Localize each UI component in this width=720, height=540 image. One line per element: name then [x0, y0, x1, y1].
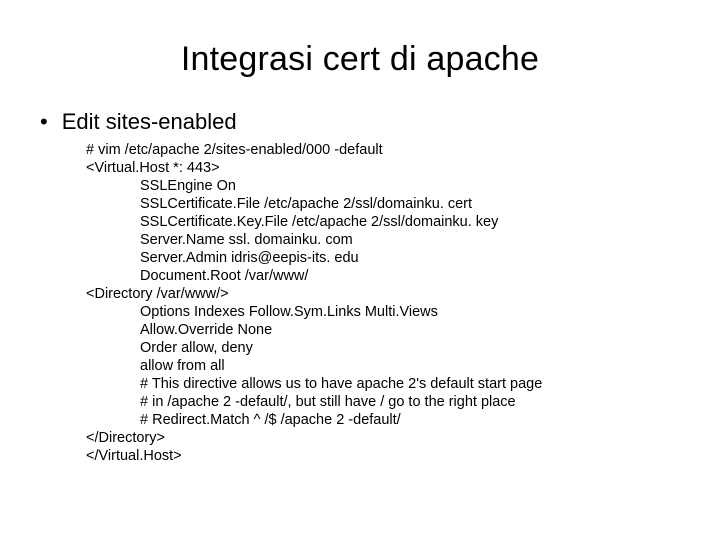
bullet-text: Edit sites-enabled — [62, 109, 237, 135]
code-line: allow from all — [86, 357, 660, 375]
code-line: </Directory> — [86, 429, 660, 447]
code-line: SSLCertificate.Key.File /etc/apache 2/ss… — [86, 213, 660, 231]
code-line: Order allow, deny — [86, 339, 660, 357]
code-line: Allow.Override None — [86, 321, 660, 339]
code-line: # Redirect.Match ^ /$ /apache 2 -default… — [86, 411, 660, 429]
code-line: Document.Root /var/www/ — [86, 267, 660, 285]
code-line: SSLEngine On — [86, 177, 660, 195]
code-line: </Virtual.Host> — [86, 447, 660, 465]
code-line: # in /apache 2 -default/, but still have… — [86, 393, 660, 411]
slide: Integrasi cert di apache • Edit sites-en… — [0, 0, 720, 540]
bullet-dot-icon: • — [40, 109, 48, 135]
code-line: <Directory /var/www/> — [86, 285, 660, 303]
code-block: # vim /etc/apache 2/sites-enabled/000 -d… — [86, 141, 660, 465]
slide-title: Integrasi cert di apache — [60, 40, 660, 79]
code-line: # This directive allows us to have apach… — [86, 375, 660, 393]
code-line: Server.Admin idris@eepis-its. edu — [86, 249, 660, 267]
code-line: Server.Name ssl. domainku. com — [86, 231, 660, 249]
bullet-item: • Edit sites-enabled — [60, 109, 660, 135]
code-line: Options Indexes Follow.Sym.Links Multi.V… — [86, 303, 660, 321]
code-line: SSLCertificate.File /etc/apache 2/ssl/do… — [86, 195, 660, 213]
code-line: <Virtual.Host *: 443> — [86, 159, 660, 177]
code-line: # vim /etc/apache 2/sites-enabled/000 -d… — [86, 141, 660, 159]
